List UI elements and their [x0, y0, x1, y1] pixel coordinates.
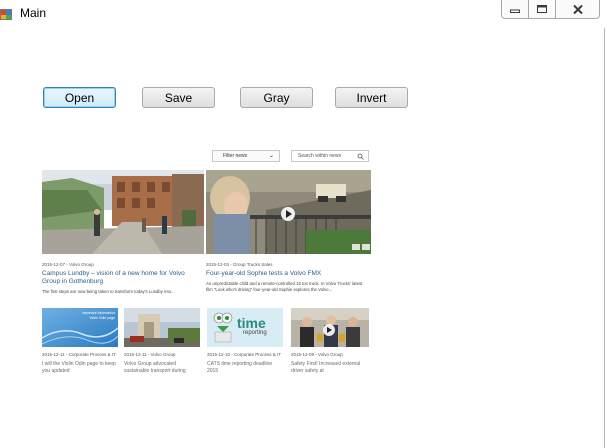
thumb-caption: Important Information Violin Odin page	[81, 311, 115, 320]
street-photo	[42, 170, 204, 254]
arc-thumb	[124, 308, 200, 347]
maximize-button[interactable]	[529, 0, 556, 19]
search-placeholder: Search within news	[298, 153, 342, 159]
award-photo-thumb	[291, 308, 369, 347]
news-date: 2015-12-10 - Corporate Process & IT	[207, 352, 282, 357]
news-summary: An unpredictable child and a remote-cont…	[206, 281, 363, 292]
picture-box: Filter news ⌄ Search within news 2015-12…	[42, 147, 371, 376]
window-title: Main	[20, 6, 47, 20]
minimize-icon	[510, 9, 520, 13]
child-truck-photo	[206, 170, 371, 254]
news-date: 2015-12-11 - Volvo Group	[124, 352, 176, 357]
filter-news-dropdown: Filter news ⌄	[212, 150, 280, 162]
news-date: 2015-12-03 - Group Trucks Sales	[206, 262, 273, 267]
news-headline: Campus Lundby – vision of a new home for…	[42, 270, 185, 285]
search-icon	[357, 153, 364, 160]
news-headline: CATS time reporting deadline 2015	[207, 361, 273, 374]
news-date: 2015-12-07 - Volvo Group	[42, 262, 94, 267]
news-headline: Four-year-old Sophie tests a Volvo FMX	[206, 270, 322, 277]
news-headline: Volvo Group advocated sustainable transp…	[124, 361, 186, 374]
main-window: Main Open Save Gray Invert Filter news ⌄	[0, 0, 610, 448]
invert-button[interactable]: Invert	[335, 87, 408, 108]
small-image-arc	[124, 308, 200, 347]
featured-image-campus	[42, 170, 204, 254]
save-button[interactable]: Save	[142, 87, 215, 108]
news-date: 2015-12-11 - Corporate Process & IT	[42, 352, 116, 357]
thumb-reporting-text: reporting	[243, 330, 267, 336]
small-image-time-reporting: time reporting	[207, 308, 283, 347]
small-image-safety	[291, 308, 369, 347]
app-icon	[0, 9, 12, 20]
news-headline: I will the Violin Odin page to keep you …	[42, 361, 116, 374]
close-button[interactable]	[556, 0, 600, 19]
small-image-violin: Important Information Violin Odin page	[42, 308, 118, 347]
gray-button[interactable]: Gray	[240, 87, 313, 108]
news-summary: The first steps are now being taken to t…	[42, 289, 175, 294]
featured-image-sophie	[206, 170, 371, 254]
open-button[interactable]: Open	[43, 87, 116, 108]
news-date: 2015-12-09 - Volvo Group	[291, 352, 343, 357]
filter-label: Filter news	[223, 153, 248, 159]
news-headline: Safety First! Increased external driver …	[291, 361, 361, 374]
title-bar: Main	[0, 0, 610, 28]
minimize-button[interactable]	[501, 0, 529, 19]
close-icon	[572, 4, 583, 14]
thumb-time-text: time	[237, 315, 266, 331]
chevron-down-icon: ⌄	[268, 153, 274, 159]
maximize-icon	[537, 5, 547, 13]
search-news-field: Search within news	[291, 150, 369, 162]
